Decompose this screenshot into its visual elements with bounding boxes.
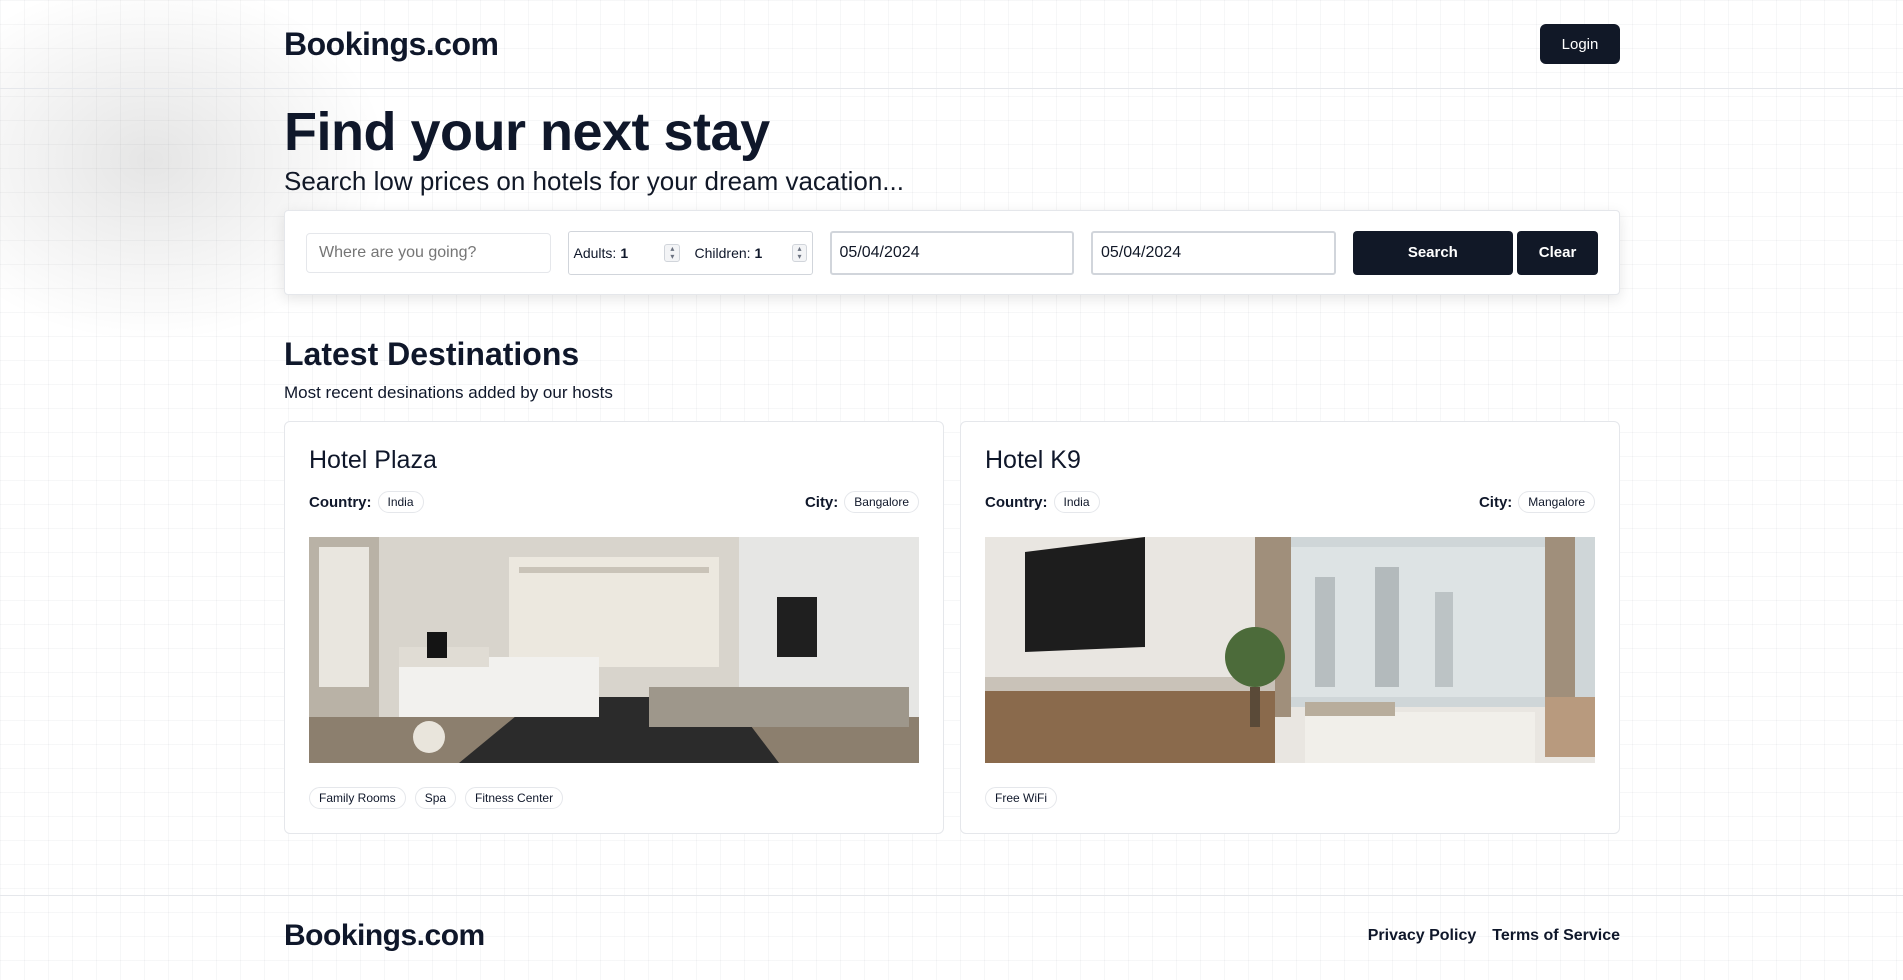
hotel-room-image	[985, 537, 1595, 763]
adults-label: Adults:	[573, 244, 617, 261]
children-value[interactable]: 1	[755, 245, 793, 261]
hero-title: Find your next stay	[284, 102, 770, 162]
section-subtitle: Most recent desinations added by our hos…	[284, 383, 613, 402]
hotel-room-image	[309, 537, 919, 763]
hotel-name[interactable]: Hotel K9	[985, 446, 1595, 475]
country-info: Country: India	[309, 491, 424, 513]
guest-count-group: Adults: 1 ▴ ▾ Children: 1 ▴ ▾	[567, 230, 813, 275]
header-divider	[0, 88, 1903, 89]
section-title: Latest Destinations	[284, 336, 580, 372]
city-label: City:	[1478, 493, 1513, 511]
hotel-name[interactable]: Hotel Plaza	[309, 446, 919, 475]
city-info: City: Bangalore	[805, 491, 919, 513]
site-logo[interactable]: Bookings.com	[284, 26, 499, 63]
hotel-location: Country: India City: Bangalore	[309, 491, 919, 513]
country-badge: India	[1053, 491, 1100, 513]
footer-links: Privacy Policy Terms of Service	[1368, 927, 1620, 945]
hero-section: Find your next stay Search low prices on…	[284, 102, 1620, 197]
city-badge: Bangalore	[844, 491, 919, 513]
hotel-card[interactable]: Hotel K9 Country: India City: Mangalore	[960, 421, 1620, 834]
country-label: Country:	[309, 493, 372, 511]
footer-divider	[0, 895, 1903, 896]
adults-value[interactable]: 1	[620, 245, 664, 261]
hotel-photo[interactable]	[985, 537, 1595, 763]
country-info: Country: India	[985, 491, 1100, 513]
children-label: Children:	[694, 244, 751, 261]
children-stepper-icon[interactable]: ▴ ▾	[792, 243, 807, 262]
city-badge: Mangalore	[1518, 491, 1595, 513]
terms-of-service-link[interactable]: Terms of Service	[1492, 927, 1620, 945]
facility-tags: Family Rooms Spa Fitness Center	[309, 787, 919, 809]
facility-tags: Free WiFi	[985, 787, 1595, 809]
site-header: Bookings.com Login	[284, 0, 1620, 88]
country-label: Country:	[985, 493, 1048, 511]
hero-subtitle: Search low prices on hotels for your dre…	[284, 166, 904, 196]
facility-tag: Family Rooms	[309, 787, 406, 809]
privacy-policy-link[interactable]: Privacy Policy	[1368, 927, 1477, 945]
checkin-date-input[interactable]	[829, 230, 1075, 275]
checkout-date-input[interactable]	[1091, 230, 1336, 275]
latest-destinations-header: Latest Destinations Most recent desinati…	[284, 336, 1620, 403]
search-button[interactable]: Search	[1352, 230, 1514, 275]
destination-cards: Hotel Plaza Country: India City: Bangalo…	[284, 421, 1620, 834]
destination-input[interactable]	[306, 232, 551, 273]
facility-tag: Fitness Center	[465, 787, 564, 809]
city-info: City: Mangalore	[1479, 491, 1595, 513]
hotel-photo[interactable]	[309, 537, 919, 763]
facility-tag: Free WiFi	[985, 787, 1057, 809]
city-label: City:	[804, 493, 839, 511]
adults-field[interactable]: Adults: 1 ▴ ▾	[573, 243, 685, 262]
footer-logo[interactable]: Bookings.com	[284, 919, 485, 953]
search-bar: Adults: 1 ▴▾ Children: 1 ▴▾ Search Clear	[284, 210, 1620, 295]
hotel-card[interactable]: Hotel Plaza Country: India City: Bangalo…	[284, 421, 944, 834]
login-button[interactable]: Login	[1540, 24, 1620, 64]
country-badge: India	[377, 491, 424, 513]
adults-stepper-icon[interactable]: ▴ ▾	[664, 243, 681, 262]
hotel-location: Country: India City: Mangalore	[985, 491, 1595, 513]
facility-tag: Spa	[414, 787, 457, 809]
children-field[interactable]: Children: 1 ▴ ▾	[694, 243, 807, 262]
clear-button[interactable]: Clear	[1517, 230, 1598, 275]
site-footer: Bookings.com Privacy Policy Terms of Ser…	[284, 919, 1620, 953]
